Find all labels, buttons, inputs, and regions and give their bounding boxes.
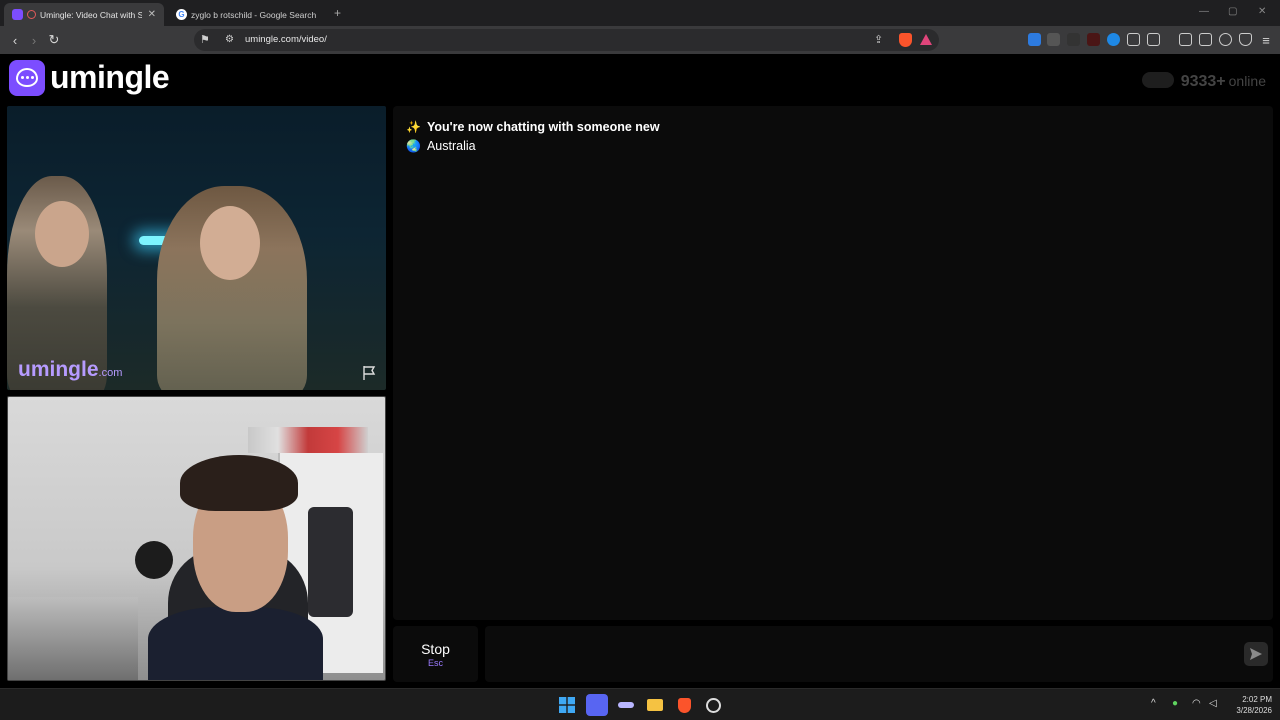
face-right <box>200 206 260 280</box>
extension-icon[interactable] <box>1147 33 1160 46</box>
send-icon <box>1250 648 1262 660</box>
chat-message-text: You're now chatting with someone new <box>426 120 660 134</box>
system-clock[interactable]: 2:02 PM 3/28/2026 <box>1236 694 1272 716</box>
chat-location-text: Australia <box>426 139 476 153</box>
umingle-page: umingle 9333+ online umingle.com ✨ You'r… <box>0 54 1280 688</box>
close-window-button[interactable]: ✕ <box>1258 6 1266 17</box>
clock-date: 3/28/2026 <box>1236 706 1272 715</box>
online-toggle[interactable] <box>1141 72 1174 88</box>
extension-icon[interactable] <box>1067 33 1080 46</box>
app-icon[interactable] <box>616 695 636 715</box>
brave-browser-icon[interactable] <box>674 695 694 715</box>
vpn-shield-icon[interactable] <box>1239 33 1252 46</box>
back-icon[interactable]: ‹ <box>6 31 24 49</box>
recording-indicator-icon <box>27 10 36 19</box>
logo-text: umingle <box>50 59 170 95</box>
online-label: online <box>1228 73 1266 89</box>
browser-toolbar: ‹ › ↻ ⚑ ⚙ umingle.com/video/ ⇪ ≡ <box>0 26 1280 54</box>
new-tab-button[interactable]: + <box>334 6 341 20</box>
sparkles-icon: ✨ <box>406 120 421 134</box>
extension-icon[interactable] <box>1047 33 1060 46</box>
chat-bubble-logo-icon <box>9 59 45 96</box>
tab-google-search[interactable]: G zyglo b rotschild - Google Search <box>168 3 328 26</box>
extension-icon[interactable] <box>1107 33 1120 46</box>
extension-icon[interactable] <box>1087 33 1100 46</box>
globe-icon: 🌏 <box>406 139 421 153</box>
tab-umingle[interactable]: Umingle: Video Chat with Str ✕ <box>4 3 164 26</box>
report-flag-icon[interactable] <box>361 365 377 381</box>
stranger-video: umingle.com <box>7 106 386 390</box>
tray-overflow-icon[interactable]: ^ <box>1151 698 1156 709</box>
extension-translate-icon[interactable] <box>1028 33 1041 46</box>
video-watermark: umingle.com <box>18 358 123 381</box>
file-explorer-icon[interactable] <box>645 695 665 715</box>
online-counter: 9333+ online <box>1141 70 1266 91</box>
wallet-icon[interactable] <box>1199 33 1212 46</box>
wifi-icon[interactable]: ◠ <box>1192 698 1201 709</box>
chat-location-message: 🌏 Australia <box>406 139 476 153</box>
windows-start-icon[interactable] <box>557 695 577 715</box>
face-left <box>35 201 89 267</box>
tab-close-icon[interactable]: ✕ <box>142 9 156 20</box>
stop-label: Stop <box>421 640 450 657</box>
chrome-app-icon[interactable] <box>703 695 723 715</box>
sidebar-icon[interactable] <box>1179 33 1192 46</box>
share-icon[interactable]: ⇪ <box>874 33 883 46</box>
stop-shortcut: Esc <box>427 657 443 668</box>
umingle-favicon-icon <box>12 9 23 20</box>
browser-tab-strip: Umingle: Video Chat with Str ✕ G zyglo b… <box>0 0 1280 26</box>
windows-taskbar: ^ ● ◠ ◁ 2:02 PM 3/28/2026 <box>0 688 1280 720</box>
send-button[interactable] <box>1244 642 1268 666</box>
clock-time: 2:02 PM <box>1242 695 1272 704</box>
hanging-jacket <box>308 507 353 617</box>
microphone-icon[interactable]: ● <box>1172 698 1178 709</box>
menu-icon[interactable]: ≡ <box>1257 31 1275 49</box>
tab-title: Umingle: Video Chat with Str <box>40 9 142 20</box>
site-logo[interactable]: umingle <box>9 59 170 96</box>
address-bar[interactable]: ⚑ ⚙ umingle.com/video/ ⇪ <box>194 29 939 51</box>
online-count: 9333+ <box>1180 73 1226 90</box>
discord-icon[interactable] <box>586 694 608 716</box>
volume-icon[interactable]: ◁ <box>1209 698 1217 709</box>
brave-rewards-icon[interactable] <box>920 34 932 45</box>
chat-log: ✨ You're now chatting with someone new 🌏… <box>393 106 1273 620</box>
url-text[interactable]: umingle.com/video/ <box>245 34 327 45</box>
site-info-icon[interactable]: ⚙ <box>225 34 234 45</box>
person-shirt <box>148 607 323 680</box>
self-video <box>7 396 386 681</box>
message-input[interactable] <box>485 626 1273 682</box>
shelf-plushies <box>248 427 368 453</box>
maximize-button[interactable]: ▢ <box>1228 6 1237 17</box>
reload-icon[interactable]: ↻ <box>45 31 63 49</box>
google-favicon-icon: G <box>176 9 187 20</box>
minimize-button[interactable]: — <box>1199 6 1209 17</box>
wall-decoration <box>135 541 173 579</box>
stop-button[interactable]: Stop Esc <box>393 626 478 682</box>
extensions-puzzle-icon[interactable] <box>1127 33 1140 46</box>
bookmark-icon[interactable]: ⚑ <box>200 33 210 46</box>
leo-ai-icon[interactable] <box>1219 33 1232 46</box>
person-hair <box>180 455 298 511</box>
tab-title: zyglo b rotschild - Google Search <box>191 9 317 20</box>
brave-shield-icon[interactable] <box>899 33 912 47</box>
forward-icon[interactable]: › <box>25 31 43 49</box>
bed <box>8 597 138 680</box>
chat-system-message: ✨ You're now chatting with someone new <box>406 120 660 134</box>
